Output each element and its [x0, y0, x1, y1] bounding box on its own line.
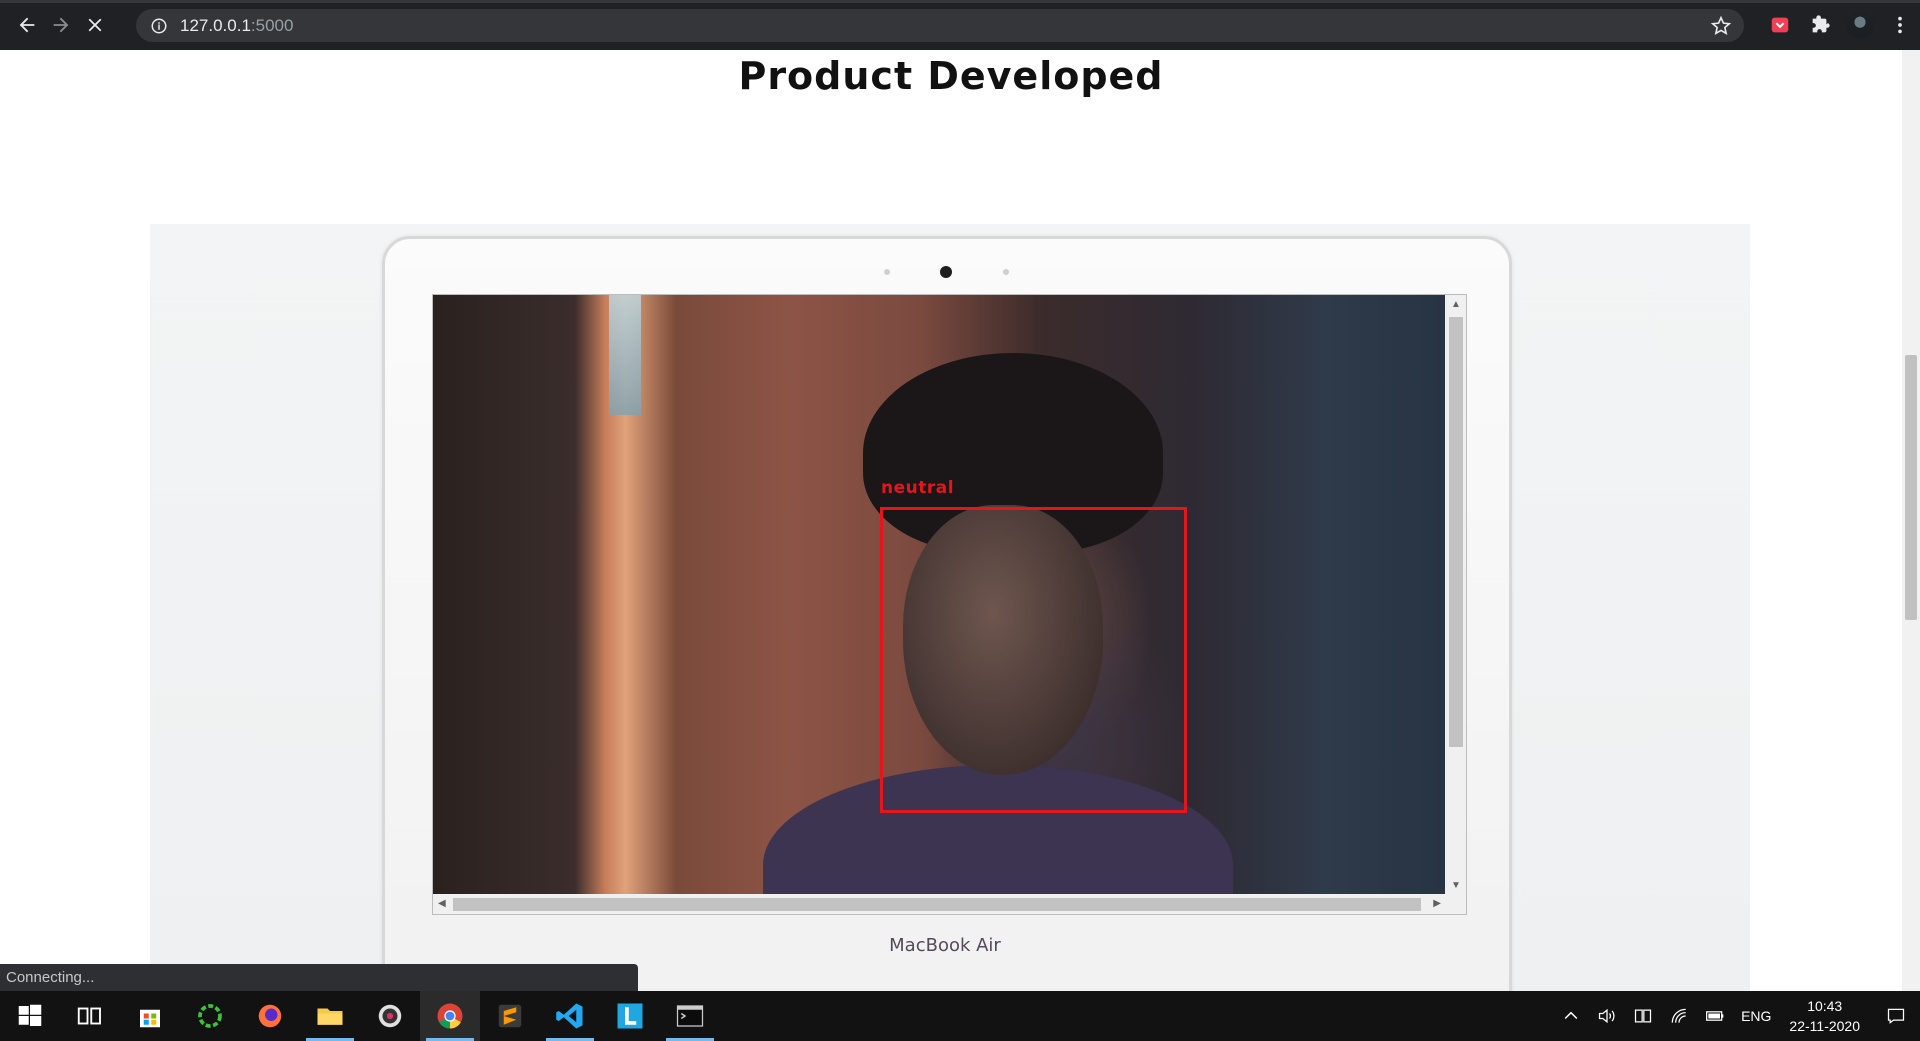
battery-icon	[1706, 1011, 1724, 1021]
puzzle-icon	[1812, 15, 1830, 33]
terminal-app[interactable]	[660, 991, 720, 1041]
window-light	[609, 295, 641, 415]
l-app[interactable]	[600, 991, 660, 1041]
disc-icon	[378, 1004, 402, 1028]
url-host: 127.0.0.1	[180, 15, 251, 35]
status-bubble: Connecting...	[0, 964, 638, 991]
store-app[interactable]	[120, 991, 180, 1041]
book-icon	[1634, 1009, 1652, 1023]
file-explorer-app[interactable]	[300, 991, 360, 1041]
extensions-area	[1760, 0, 1920, 50]
back-arrow-icon	[19, 17, 35, 33]
emotion-label: neutral	[881, 478, 955, 498]
scroll-right-arrow-icon[interactable]: ▶	[1433, 898, 1441, 909]
url-port: :5000	[250, 15, 294, 35]
laptop-sensor-right	[1003, 269, 1009, 275]
sublime-text-icon	[498, 1004, 522, 1028]
l-letter-icon	[617, 1003, 643, 1029]
frame-vertical-scroll-thumb[interactable]	[1449, 317, 1463, 747]
green-ring-app[interactable]	[180, 991, 240, 1041]
task-view-icon	[77, 1007, 101, 1025]
system-tray: ENG 10:43 22-11-2020	[1553, 991, 1920, 1041]
frame-horizontal-scroll-thumb[interactable]	[453, 898, 1421, 911]
frame-horizontal-scrollbar[interactable]: ◀ ▶	[433, 894, 1446, 914]
bookmark-star-icon[interactable]	[1710, 15, 1732, 37]
webcam-video-feed: neutral	[433, 295, 1446, 895]
address-bar[interactable]: 127.0.0.1:5000	[136, 9, 1744, 42]
reader-button[interactable]	[1633, 1006, 1653, 1026]
back-button[interactable]	[10, 8, 44, 42]
extensions-button[interactable]	[1800, 5, 1840, 45]
windows-taskbar: ENG 10:43 22-11-2020	[0, 991, 1920, 1041]
device-brand-label: MacBook Air	[889, 935, 1001, 956]
media-player-app[interactable]	[360, 991, 420, 1041]
frame-vertical-scrollbar[interactable]: ▲ ▼	[1445, 295, 1466, 895]
volume-button[interactable]	[1597, 1006, 1617, 1026]
video-stream-frame[interactable]: neutral ▲ ▼ ◀ ▶	[432, 294, 1467, 915]
avatar	[1846, 11, 1874, 39]
scroll-up-arrow-icon[interactable]: ▲	[1451, 299, 1461, 310]
pocket-icon	[1771, 17, 1789, 33]
page-vertical-scrollbar[interactable]	[1902, 50, 1920, 991]
tab-strip	[0, 0, 1920, 3]
laptop-sensor-left	[884, 269, 890, 275]
volume-icon	[1598, 1008, 1615, 1024]
page-viewport: Product Developed neutral ▲ ▼ ◀ ▶ MacBoo…	[0, 50, 1902, 991]
vs-code-app[interactable]	[540, 991, 600, 1041]
page-scroll-thumb[interactable]	[1905, 355, 1917, 620]
scroll-down-arrow-icon[interactable]: ▼	[1451, 880, 1461, 891]
wifi-icon	[1671, 1008, 1686, 1023]
terminal-icon	[676, 1005, 704, 1027]
windows-logo-icon	[18, 1004, 42, 1026]
more-vertical-icon	[1898, 16, 1902, 34]
clock-date: 22-11-2020	[1789, 1018, 1860, 1034]
pocket-extension-button[interactable]	[1760, 5, 1800, 45]
scroll-left-arrow-icon[interactable]: ◀	[438, 898, 446, 909]
sublime-text-app[interactable]	[480, 991, 540, 1041]
task-view-button[interactable]	[60, 991, 120, 1041]
profile-button[interactable]	[1840, 5, 1880, 45]
start-button[interactable]	[0, 991, 60, 1041]
notification-icon	[1887, 1008, 1905, 1024]
firefox-icon	[258, 1004, 282, 1028]
store-bag-icon	[140, 1009, 160, 1028]
battery-button[interactable]	[1705, 1006, 1725, 1026]
face-detection-box	[880, 507, 1187, 813]
info-icon[interactable]	[150, 17, 168, 35]
laptop-camera-icon	[940, 266, 952, 278]
clock-time: 10:43	[1807, 998, 1843, 1014]
close-icon	[88, 18, 102, 32]
browser-menu-button[interactable]	[1880, 5, 1920, 45]
network-button[interactable]	[1669, 1006, 1689, 1026]
page-title: Product Developed	[738, 54, 1164, 98]
forward-button[interactable]	[44, 8, 78, 42]
chrome-icon	[437, 1003, 463, 1029]
chevron-up-icon	[1564, 1011, 1578, 1020]
chrome-app[interactable]	[420, 991, 480, 1041]
vs-code-icon	[556, 1003, 583, 1029]
folder-icon	[317, 1008, 343, 1025]
browser-toolbar: 127.0.0.1:5000	[0, 0, 1920, 50]
firefox-app[interactable]	[240, 991, 300, 1041]
language-indicator[interactable]: ENG	[1741, 1008, 1771, 1024]
green-ring-icon	[198, 1004, 222, 1028]
clock[interactable]: 10:43 22-11-2020	[1789, 996, 1860, 1036]
show-hidden-icons-button[interactable]	[1561, 1006, 1581, 1026]
forward-arrow-icon	[53, 17, 69, 33]
notifications-button[interactable]	[1886, 1006, 1906, 1026]
stop-loading-button[interactable]	[78, 8, 112, 42]
